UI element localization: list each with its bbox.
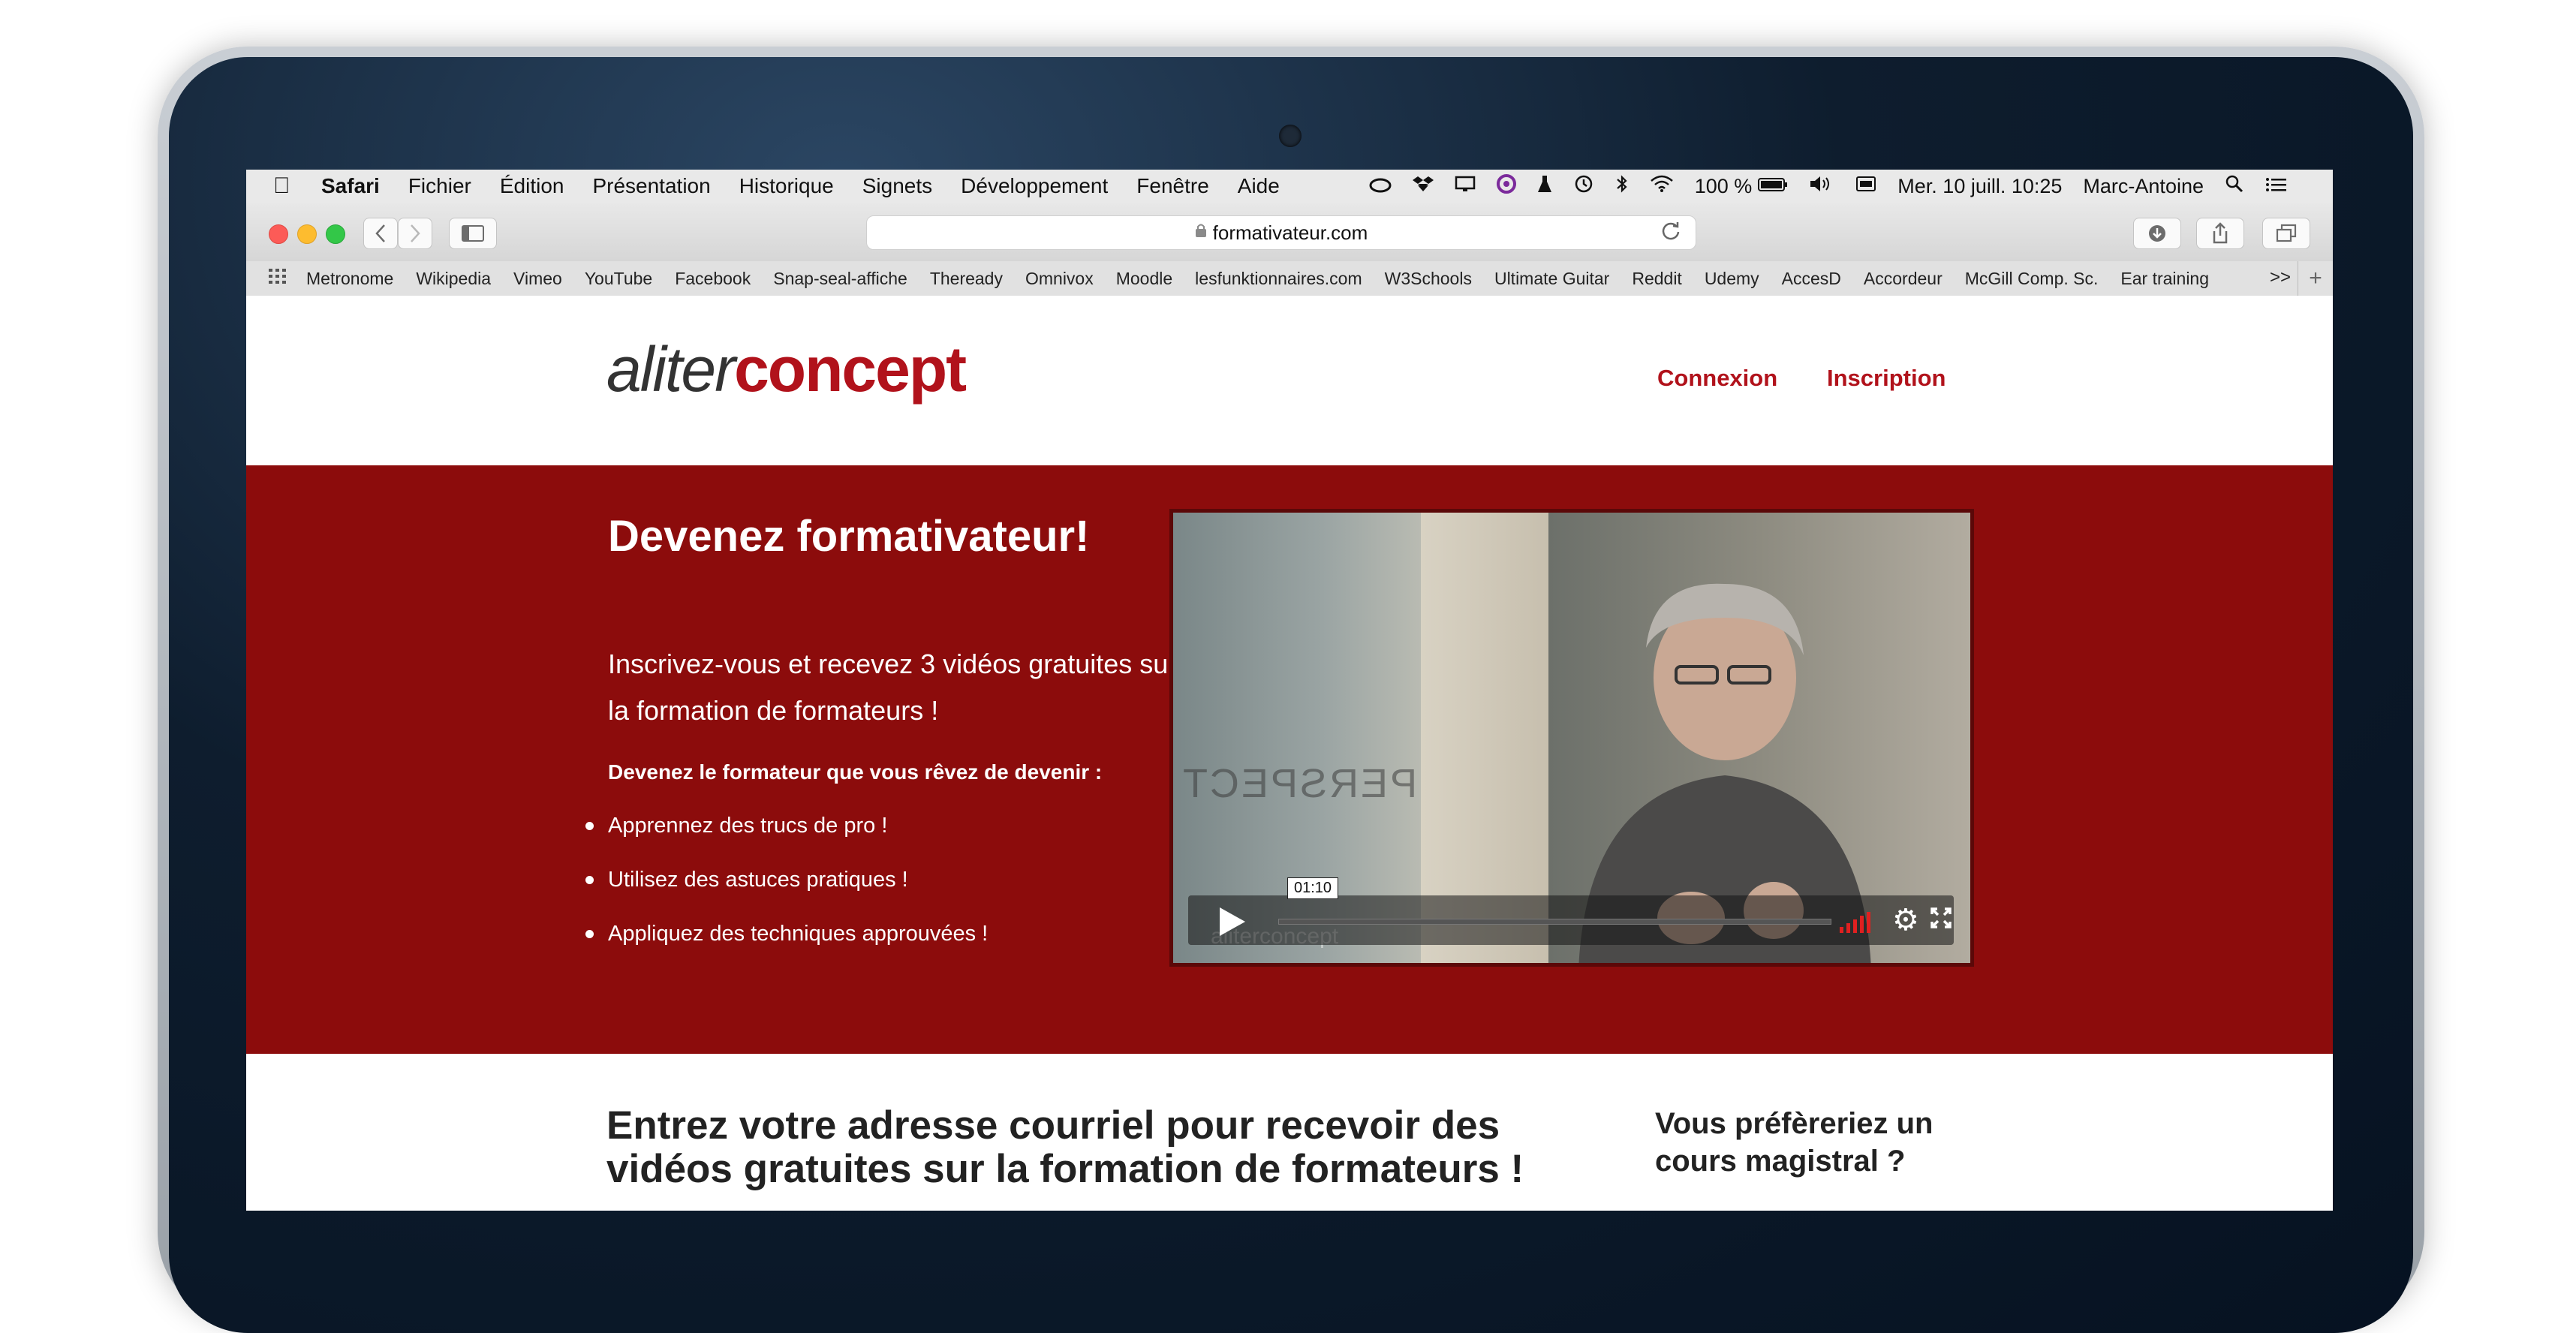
spotlight-search-icon[interactable]	[2225, 174, 2244, 199]
battery-icon[interactable]	[1758, 175, 1788, 198]
wifi-icon[interactable]	[1650, 175, 1674, 198]
menu-aide[interactable]: Aide	[1238, 174, 1280, 198]
share-icon	[2213, 222, 2228, 244]
sidebar-title: Vous préfèreriez un cours magistral ?	[1655, 1107, 1934, 1178]
tabs-icon	[2276, 224, 2297, 242]
bookmark-item[interactable]: Theready	[930, 269, 1003, 289]
keyboard-viewer-icon[interactable]	[1855, 175, 1876, 198]
signup-link[interactable]: Inscription	[1827, 365, 1946, 392]
video-player[interactable]: PERSPECT aliterconcept 01:10	[1169, 509, 1974, 967]
menu-historique[interactable]: Historique	[739, 174, 834, 198]
bookmark-item[interactable]: Moodle	[1116, 269, 1172, 289]
video-controls: 01:10 ⚙	[1188, 877, 1954, 945]
bluetooth-icon[interactable]	[1615, 174, 1629, 199]
bookmark-item[interactable]: AccesD	[1782, 269, 1841, 289]
bookmarks-bar: Metronome Wikipedia Vimeo YouTube Facebo…	[246, 261, 2333, 296]
bookmark-item[interactable]: Ear training	[2120, 269, 2209, 289]
bookmarks-overflow-button[interactable]: >>	[2270, 267, 2291, 288]
battery-percent: 100 %	[1694, 174, 1753, 197]
gear-icon[interactable]: ⚙	[1892, 903, 1919, 937]
bookmark-item[interactable]: Reddit	[1632, 269, 1681, 289]
status-area: 100 % Mer. 10 juill. 10:25 Marc-Antoine	[1348, 170, 2288, 203]
menu-user[interactable]: Marc-Antoine	[2083, 175, 2204, 198]
signup-section-title: Entrez votre adresse courriel pour recev…	[606, 1103, 1524, 1191]
sidebar-toggle-button[interactable]	[449, 218, 497, 249]
menu-developpement[interactable]: Développement	[961, 174, 1108, 198]
login-link[interactable]: Connexion	[1657, 365, 1777, 392]
time-machine-icon[interactable]	[1573, 174, 1594, 199]
hero-section: Devenez formativateur! Inscrivez-vous et…	[246, 465, 2333, 1054]
downloads-button[interactable]	[2133, 218, 2181, 249]
bookmark-item[interactable]: W3Schools	[1385, 269, 1472, 289]
logo-part-aliter: aliter	[606, 334, 736, 405]
lock-icon	[1195, 223, 1207, 242]
download-icon	[2149, 225, 2165, 242]
video-progress-track[interactable]	[1278, 919, 1831, 925]
sidebar-icon	[462, 225, 484, 242]
new-tab-plus-icon[interactable]: +	[2298, 261, 2333, 296]
zoom-window-button[interactable]	[326, 224, 345, 244]
list-item: Utilisez des astuces pratiques !	[585, 865, 988, 919]
close-window-button[interactable]	[269, 224, 288, 244]
bookmark-item[interactable]: McGill Comp. Sc.	[1965, 269, 2099, 289]
address-url: formativateur.com	[1212, 221, 1368, 244]
minimize-window-button[interactable]	[297, 224, 317, 244]
tabs-overview-button[interactable]	[2262, 218, 2310, 249]
dropbox-icon[interactable]	[1412, 175, 1434, 198]
bookmark-item[interactable]: Vimeo	[513, 269, 562, 289]
bookmark-item[interactable]: lesfunktionnaires.com	[1195, 269, 1362, 289]
chevron-left-icon	[375, 224, 385, 242]
chevron-right-icon	[411, 224, 420, 242]
flask-icon[interactable]	[1537, 174, 1552, 199]
creative-cloud-icon[interactable]	[1369, 175, 1392, 198]
bookmark-item[interactable]: Ultimate Guitar	[1494, 269, 1609, 289]
bookmark-item[interactable]: Accordeur	[1864, 269, 1943, 289]
notification-center-icon[interactable]	[2265, 175, 2288, 198]
menu-bar:  Safari Fichier Édition Présentation Hi…	[246, 170, 2333, 203]
hero-strong-text: Devenez le formateur que vous rêvez de d…	[608, 760, 1103, 784]
menu-edition[interactable]: Édition	[500, 174, 564, 198]
list-item: Apprennez des trucs de pro !	[585, 811, 988, 865]
bookmark-item[interactable]: Wikipedia	[416, 269, 491, 289]
play-icon[interactable]	[1220, 907, 1245, 936]
bookmark-item[interactable]: Snap-seal-affiche	[773, 269, 907, 289]
share-button[interactable]	[2196, 218, 2244, 249]
bookmark-item[interactable]: YouTube	[585, 269, 652, 289]
back-button[interactable]	[363, 218, 398, 249]
hero-subtitle: Inscrivez-vous et recevez 3 vidéos gratu…	[608, 648, 1178, 726]
webcam	[1279, 125, 1302, 147]
apple-menu-icon[interactable]: 	[273, 173, 296, 199]
bookmark-item[interactable]: Udemy	[1705, 269, 1759, 289]
menu-signets[interactable]: Signets	[862, 174, 932, 198]
address-bar[interactable]: formativateur.com	[866, 215, 1696, 250]
volume-icon[interactable]	[1809, 175, 1834, 198]
video-timecode: 01:10	[1287, 877, 1339, 899]
bookmark-item[interactable]: Omnivox	[1025, 269, 1094, 289]
menu-clock[interactable]: Mer. 10 juill. 10:25	[1897, 175, 2062, 198]
hero-benefits-list: Apprennez des trucs de pro ! Utilisez de…	[585, 811, 988, 973]
video-glass-lettering: PERSPECT	[1181, 761, 1418, 806]
logo-part-concept: concept	[734, 334, 967, 405]
volume-bars-icon[interactable]	[1840, 910, 1873, 933]
reload-icon[interactable]	[1660, 220, 1682, 248]
menu-safari[interactable]: Safari	[321, 174, 380, 198]
site-logo[interactable]: aliterconcept	[606, 333, 967, 406]
bookmark-item[interactable]: Metronome	[306, 269, 393, 289]
hero-title: Devenez formativateur!	[608, 512, 1090, 561]
fullscreen-icon[interactable]	[1930, 904, 1952, 936]
menu-fenetre[interactable]: Fenêtre	[1136, 174, 1209, 198]
menu-fichier[interactable]: Fichier	[408, 174, 471, 198]
favorites-grid-icon[interactable]	[269, 268, 287, 289]
app-purple-icon[interactable]	[1496, 173, 1516, 199]
forward-button[interactable]	[398, 218, 432, 249]
web-page: aliterconcept Connexion Inscription Deve…	[246, 296, 2333, 1211]
screen-share-icon[interactable]	[1455, 175, 1476, 198]
list-item: Appliquez des techniques approuvées !	[585, 919, 988, 973]
screen:  Safari Fichier Édition Présentation Hi…	[246, 170, 2333, 1211]
bookmark-item[interactable]: Facebook	[675, 269, 751, 289]
menu-presentation[interactable]: Présentation	[592, 174, 710, 198]
browser-toolbar: formativateur.com	[246, 203, 2333, 262]
